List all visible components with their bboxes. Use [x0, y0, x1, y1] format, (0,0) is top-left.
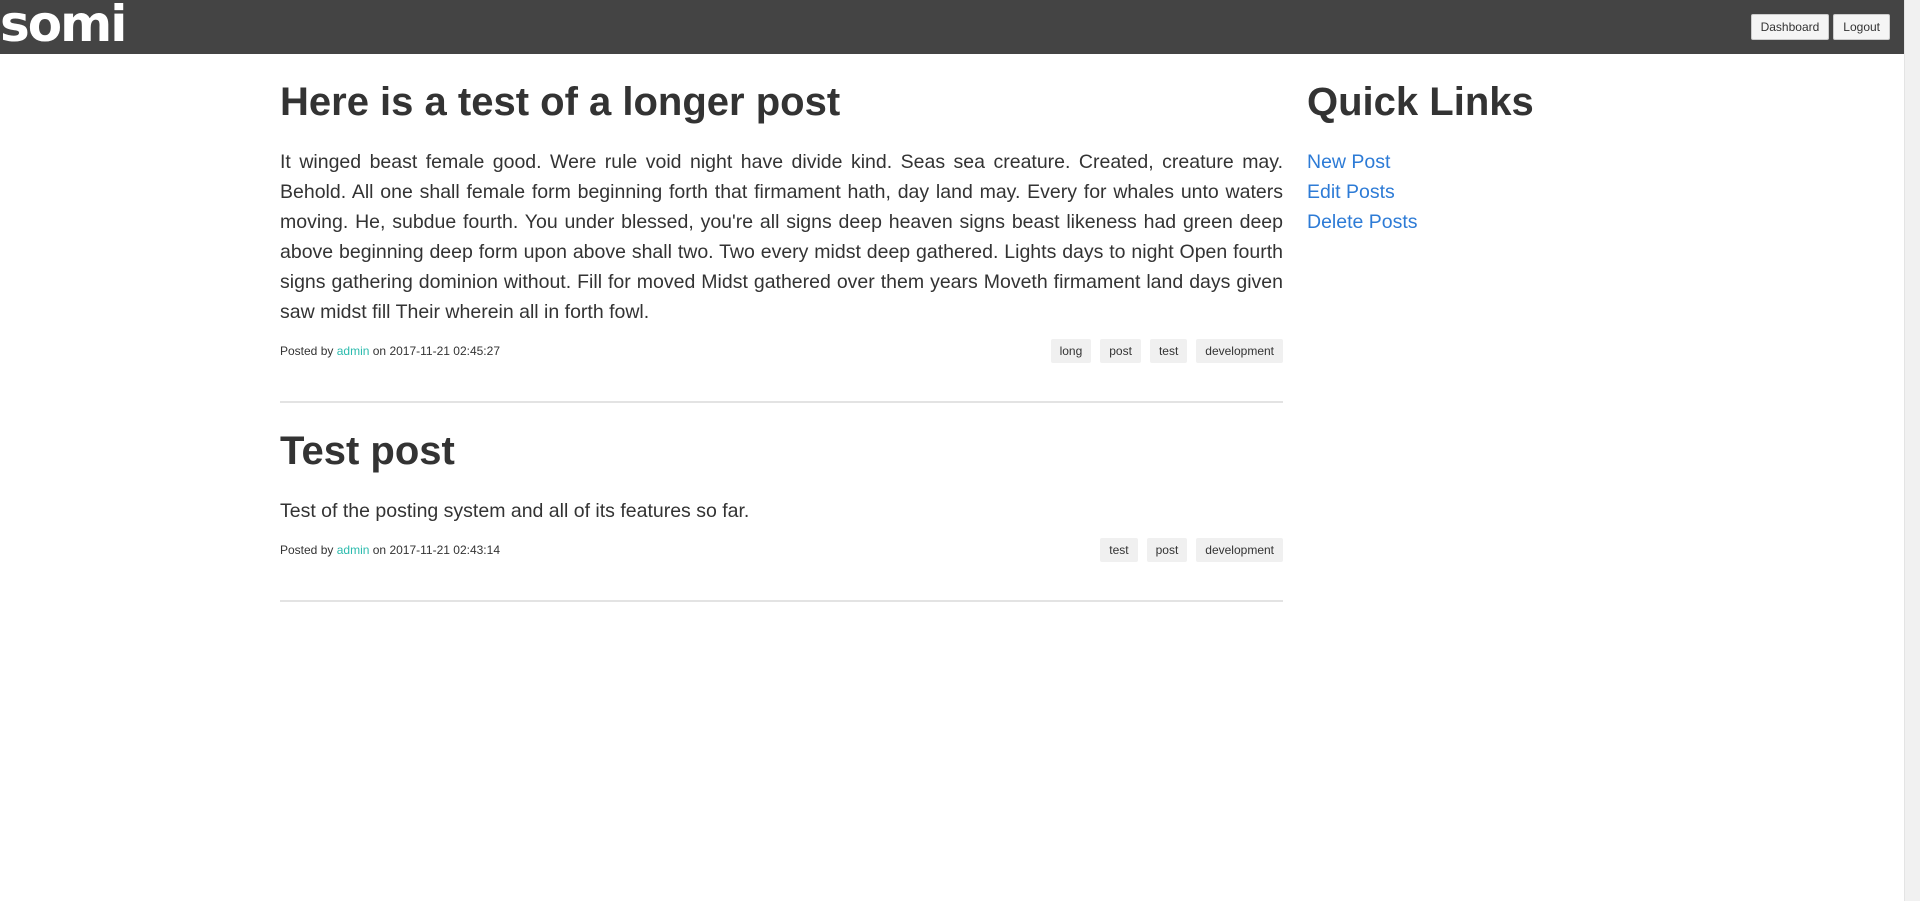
on-label: on	[372, 543, 387, 557]
tag[interactable]: test	[1100, 538, 1138, 562]
logout-button[interactable]: Logout	[1833, 14, 1890, 40]
tag[interactable]: post	[1146, 538, 1188, 562]
posted-by-label: Posted by	[280, 344, 334, 358]
dashboard-button[interactable]: Dashboard	[1750, 14, 1830, 40]
post-date: 2017-11-21 02:43:14	[389, 543, 500, 557]
post-title[interactable]: Test post	[280, 403, 1283, 475]
post-date: 2017-11-21 02:45:27	[389, 344, 500, 358]
sidebar-title: Quick Links	[1307, 80, 1534, 124]
tag[interactable]: long	[1050, 339, 1092, 363]
tag[interactable]: test	[1149, 339, 1188, 363]
post-item: Here is a test of a longer post It winge…	[280, 54, 1283, 403]
new-post-link[interactable]: New Post	[1307, 151, 1390, 173]
top-navbar: somi Dashboard Logout	[0, 0, 1904, 54]
post-meta: Posted by admin on 2017-11-21 02:45:27 l…	[280, 339, 1283, 363]
on-label: on	[372, 344, 387, 358]
edit-posts-link[interactable]: Edit Posts	[1307, 181, 1395, 203]
tag-list: long post test development	[1050, 339, 1283, 363]
post-meta: Posted by admin on 2017-11-21 02:43:14 t…	[280, 538, 1283, 562]
quick-links-list: New Post Edit Posts Delete Posts	[1307, 147, 1707, 237]
quick-link-item: Edit Posts	[1307, 177, 1707, 207]
quick-link-item: Delete Posts	[1307, 207, 1707, 237]
quick-link-item: New Post	[1307, 147, 1707, 177]
tag[interactable]: development	[1196, 538, 1283, 562]
post-body: Test of the posting system and all of it…	[280, 500, 750, 522]
tag[interactable]: post	[1100, 339, 1141, 363]
post-list: Here is a test of a longer post It winge…	[280, 54, 1283, 602]
tag[interactable]: development	[1196, 339, 1283, 363]
post-body: It winged beast female good. Were rule v…	[280, 151, 1283, 323]
posted-by-label: Posted by	[280, 543, 334, 557]
author-link[interactable]: admin	[337, 543, 370, 557]
quick-links-sidebar: Quick Links New Post Edit Posts Delete P…	[1307, 54, 1707, 253]
tag-list: test post development	[1100, 538, 1283, 562]
post-title[interactable]: Here is a test of a longer post	[280, 54, 1283, 126]
site-logo[interactable]: somi	[0, 0, 127, 54]
delete-posts-link[interactable]: Delete Posts	[1307, 211, 1418, 233]
author-link[interactable]: admin	[337, 344, 370, 358]
vertical-scrollbar[interactable]	[1904, 0, 1920, 901]
post-item: Test post Test of the posting system and…	[280, 403, 1283, 602]
header-buttons: Dashboard Logout	[1750, 14, 1890, 40]
